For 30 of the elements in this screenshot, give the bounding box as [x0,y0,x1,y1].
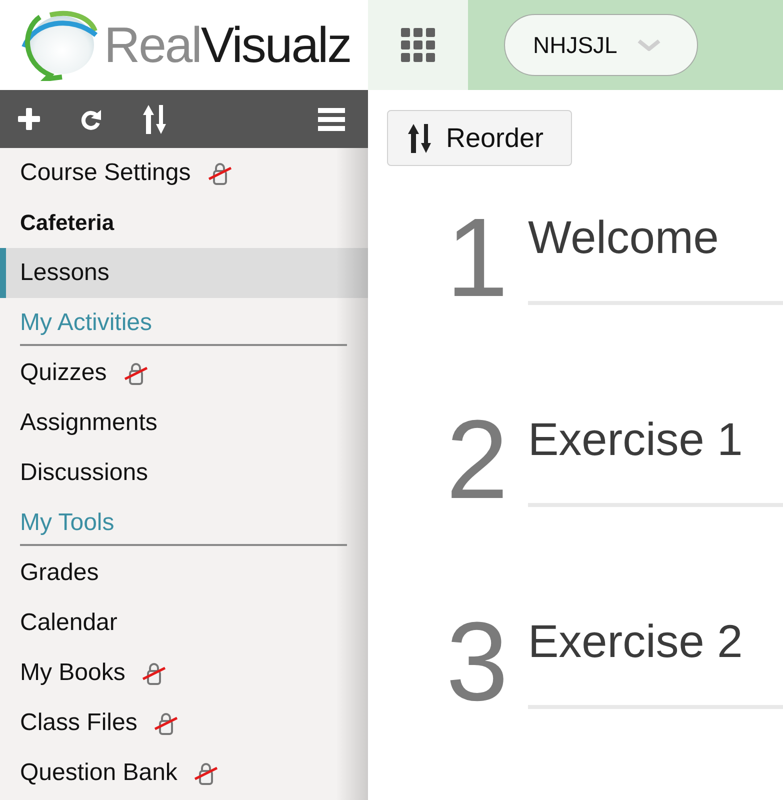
grid-icon[interactable] [401,28,435,62]
section-heading: My Activities [20,308,152,338]
up-down-arrows-icon[interactable] [143,104,167,134]
sidebar-menu-item[interactable]: Class Files [0,698,368,748]
reorder-button[interactable]: Reorder [387,110,572,166]
course-dropdown[interactable]: NHJSJL [504,14,698,76]
sidebar-menu-item[interactable]: Lessons [0,248,368,298]
sidebar-menu-item[interactable]: My Books [0,648,368,698]
plus-icon[interactable] [18,108,40,130]
logo-text: RealVisualz [104,20,351,70]
lesson-title[interactable]: Exercise 1 [528,416,743,462]
lesson-title[interactable]: Welcome [528,214,719,260]
sidebar-menu-item[interactable]: Quizzes [0,348,368,398]
chevron-down-icon [637,39,662,51]
sidebar-menu-item[interactable]: Discussions [0,448,368,498]
up-down-arrows-icon [408,124,432,152]
section-heading: My Tools [20,508,114,538]
sidebar-menu-item[interactable]: Calendar [0,598,368,648]
lesson-number: 1 [446,202,508,314]
lesson-number: 3 [446,606,508,718]
lesson-number: 2 [446,404,508,516]
sidebar-menu-item[interactable]: Assignments [0,398,368,448]
lesson-title[interactable]: Exercise 2 [528,618,743,664]
sidebar-menu-item[interactable]: Grades [0,548,368,598]
menu-icon[interactable] [318,108,345,130]
sidebar-menu-item[interactable]: Question Bank [0,748,368,798]
sidebar-menu-item[interactable]: Course Settings [0,148,368,198]
logo-icon [20,9,98,81]
sidebar-menu-item[interactable]: Cafeteria [0,198,368,248]
refresh-icon[interactable] [80,107,102,131]
